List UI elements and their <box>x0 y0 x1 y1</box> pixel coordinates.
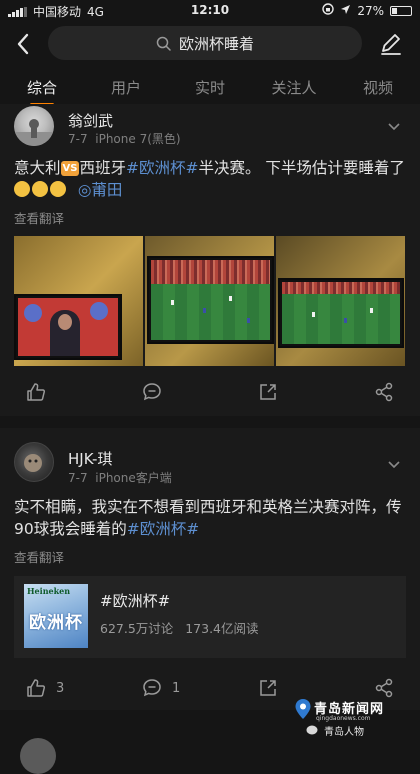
translate-link[interactable]: 查看翻译 <box>14 547 64 566</box>
topic-image-brand: Heineken <box>27 586 71 596</box>
more-options-button[interactable] <box>388 454 400 469</box>
topic-card[interactable]: Heineken 欧洲杯 #欧洲杯# 627.5万讨论 173.4亿阅读 <box>14 576 406 658</box>
location-link[interactable]: ◎莆田 <box>78 181 123 199</box>
photo-grid <box>14 236 406 366</box>
battery-percent: 27% <box>357 3 384 18</box>
tab-following[interactable]: 关注人 <box>252 74 336 104</box>
sleepy-emoji-icon <box>50 181 66 197</box>
status-bar: 中国移动 4G 12:10 27% <box>0 0 420 22</box>
location-arrow-icon <box>340 4 351 18</box>
topic-discussions: 627.5万讨论 <box>100 621 174 636</box>
share-nodes-icon <box>375 382 393 402</box>
translate-link[interactable]: 查看翻译 <box>14 208 64 227</box>
text-segment: 实不相瞒，我实在不想看到西班牙和英格兰决赛对阵，传90球我会睡着的 <box>14 498 402 538</box>
comment-icon <box>143 383 161 401</box>
rotation-lock-icon <box>322 3 335 18</box>
topic-stats: 627.5万讨论 173.4亿阅读 <box>100 618 259 637</box>
tab-users[interactable]: 用户 <box>84 74 168 104</box>
topic-reads: 173.4亿阅读 <box>185 621 259 636</box>
avatar[interactable] <box>14 106 54 146</box>
thumbs-up-icon <box>27 679 46 697</box>
post-meta: 7-7 iPhone 7(黑色) <box>68 130 181 147</box>
chevron-down-icon <box>388 461 400 469</box>
post-source: iPhone客户端 <box>95 471 172 485</box>
photo-thumbnail[interactable] <box>14 236 143 366</box>
topic-image: Heineken 欧洲杯 <box>24 584 88 648</box>
topic-title: #欧洲杯# <box>100 592 171 610</box>
hashtag-link[interactable]: #欧洲杯# <box>126 159 198 177</box>
pencil-icon <box>381 34 401 55</box>
post-source: iPhone 7(黑色) <box>95 132 181 146</box>
search-query: 欧洲杯睡着 <box>178 34 254 53</box>
username[interactable]: 翁剑武 <box>68 110 113 131</box>
post-actions <box>0 372 420 412</box>
share-nodes-icon <box>375 678 393 698</box>
tab-realtime[interactable]: 实时 <box>168 74 252 104</box>
comment-icon <box>143 679 161 697</box>
comment-count: 1 <box>172 680 181 696</box>
forward-icon <box>260 680 276 696</box>
battery-icon <box>390 5 412 16</box>
back-arrow-icon <box>17 33 29 55</box>
search-input[interactable]: 欧洲杯睡着 <box>48 26 362 60</box>
tab-comprehensive[interactable]: 综合 <box>0 74 84 106</box>
post-card: HJK-琪 7-7 iPhone客户端 实不相瞒，我实在不想看到西班牙和英格兰决… <box>0 428 420 710</box>
sleepy-emoji-icon <box>32 181 48 197</box>
text-segment: 西班牙 <box>79 159 126 177</box>
watermark: 青岛新闻网 qingdaonews.com 青岛人物 <box>294 696 414 740</box>
compose-button[interactable] <box>378 30 404 56</box>
more-share-button[interactable] <box>374 380 394 404</box>
post-meta: 7-7 iPhone客户端 <box>68 469 172 486</box>
avatar[interactable] <box>20 738 56 774</box>
comment-button[interactable]: 1 <box>142 676 180 700</box>
avatar[interactable] <box>14 442 54 482</box>
wechat-icon <box>306 725 318 735</box>
text-segment: 意大利 <box>14 159 61 177</box>
username[interactable]: HJK-琪 <box>68 448 112 469</box>
post-text: 意大利 VS 西班牙#欧洲杯#半决赛。 下半场估计要睡着了 ◎莆田 <box>14 157 406 201</box>
vs-emoji: VS <box>60 161 80 176</box>
sleepy-emoji-icon <box>14 181 30 197</box>
chevron-down-icon <box>388 123 400 131</box>
search-header: 欧洲杯睡着 <box>0 22 420 66</box>
text-segment: 半决赛。 下半场估计要睡着了 <box>198 159 405 177</box>
search-tabs: 综合 用户 实时 关注人 视频 <box>0 74 420 106</box>
photo-thumbnail[interactable] <box>145 236 274 366</box>
post-date: 7-7 <box>68 471 88 485</box>
post-text: 实不相瞒，我实在不想看到西班牙和英格兰决赛对阵，传90球我会睡着的#欧洲杯# <box>14 496 406 540</box>
comment-button[interactable] <box>142 380 162 404</box>
location-pin-icon <box>295 699 311 719</box>
post-date: 7-7 <box>68 132 88 146</box>
photo-thumbnail[interactable] <box>276 236 405 366</box>
watermark-url: qingdaonews.com <box>316 715 371 722</box>
forward-icon <box>260 384 276 400</box>
like-button[interactable]: 3 <box>26 676 64 700</box>
post-card: 翁剑武 7-7 iPhone 7(黑色) 意大利 VS 西班牙#欧洲杯#半决赛。 下… <box>0 104 420 416</box>
share-button[interactable] <box>258 380 278 404</box>
search-icon <box>156 36 171 51</box>
more-options-button[interactable] <box>388 116 400 131</box>
like-button[interactable] <box>26 380 46 404</box>
tab-video[interactable]: 视频 <box>336 74 420 104</box>
hashtag-link[interactable]: #欧洲杯# <box>127 520 199 538</box>
like-count: 3 <box>56 680 65 696</box>
back-button[interactable] <box>12 30 36 58</box>
share-button[interactable] <box>258 676 278 700</box>
topic-image-text: 欧洲杯 <box>29 613 83 633</box>
watermark-brand: 青岛人物 <box>324 727 364 738</box>
thumbs-up-icon <box>27 383 46 401</box>
